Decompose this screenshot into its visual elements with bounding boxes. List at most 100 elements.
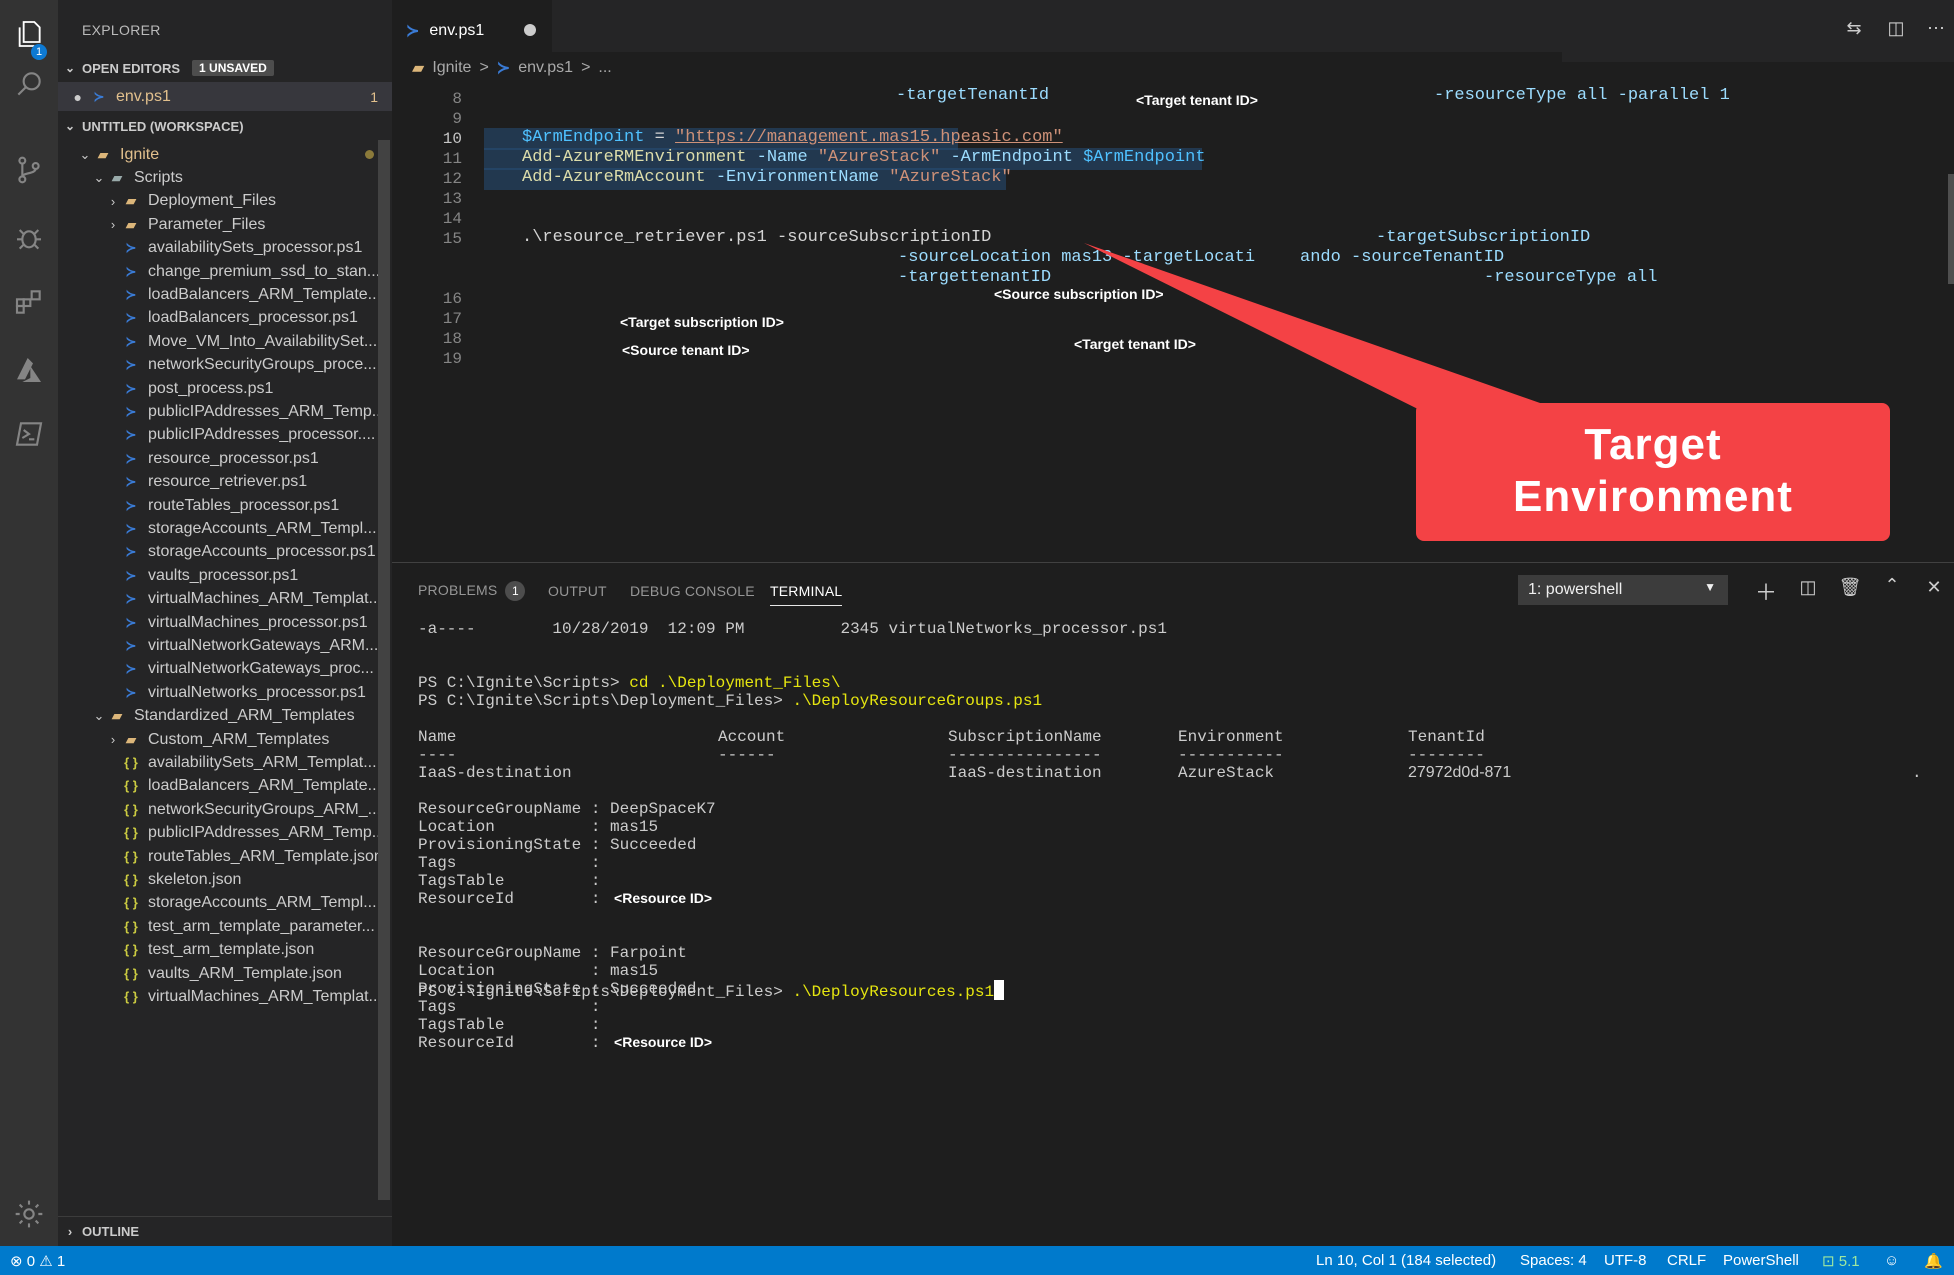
outline-section[interactable]: › OUTLINE (58, 1216, 392, 1246)
outline-label: OUTLINE (82, 1224, 140, 1239)
tab-output[interactable]: OUTPUT (548, 583, 607, 599)
tree-item-label: Move_VM_Into_AvailabilitySet... (148, 332, 378, 350)
chevron-right-icon: › (110, 193, 116, 209)
breadcrumb-item[interactable]: Ignite (432, 59, 471, 77)
language-mode[interactable]: PowerShell (1723, 1252, 1799, 1269)
terminal-line: PS C:\Ignite\Scripts> cd .\Deployment_Fi… (418, 674, 841, 692)
powershell-version[interactable]: ⊡ 5.1 (1822, 1252, 1860, 1270)
tree-item-label: availabilitySets_processor.ps1 (148, 239, 363, 257)
problems-badge: 1 (505, 581, 526, 601)
problems-status[interactable]: ⊗ 0 ⚠ 1 (10, 1252, 65, 1270)
powershell-file-icon: ≻ (125, 614, 137, 630)
warning-icon: ⚠ (39, 1253, 53, 1270)
cursor-position[interactable]: Ln 10, Col 1 (184 selected) (1316, 1252, 1496, 1269)
powershell-icon[interactable] (9, 414, 49, 454)
more-actions-icon[interactable]: ⋯ (1924, 18, 1948, 42)
annotation-source-subscription: <Source subscription ID> (994, 286, 1164, 302)
split-terminal-icon[interactable]: ◫ (1796, 577, 1820, 603)
unsaved-badge: 1 UNSAVED (192, 60, 274, 76)
breadcrumb-separator: > (581, 59, 591, 76)
split-editor-icon[interactable]: ◫ (1884, 18, 1908, 42)
breadcrumb-item[interactable]: ... (598, 59, 611, 77)
open-editor-filename: env.ps1 (116, 87, 171, 105)
line-number: 19 (442, 350, 462, 368)
powershell-file-icon: ≻ (125, 567, 137, 583)
breadcrumb-separator: > (479, 59, 489, 76)
code-fragment: -targetTenantId (896, 86, 1050, 105)
powershell-file-icon: ≻ (125, 544, 137, 560)
powershell-file-icon: ≻ (125, 591, 137, 607)
extensions-icon[interactable] (9, 282, 49, 322)
resource-group-field: ResourceId : <Resource ID> (418, 1034, 713, 1052)
tree-item-label: virtualNetworkGateways_proc... (148, 660, 374, 678)
source-control-icon[interactable] (9, 150, 49, 190)
scripts-folder-icon: ▰ (112, 169, 122, 185)
feedback-smiley-icon[interactable]: ☺ (1884, 1252, 1899, 1269)
explorer-unsaved-badge: 1 (31, 44, 47, 60)
tree-item-label: vaults_processor.ps1 (148, 566, 299, 584)
search-icon[interactable] (9, 64, 49, 104)
line-number: 11 (442, 150, 462, 168)
encoding[interactable]: UTF-8 (1604, 1252, 1647, 1269)
new-terminal-icon[interactable]: ＋ (1754, 575, 1778, 605)
folder-icon: ▰ (126, 216, 136, 232)
chevron-right-icon: › (67, 1224, 73, 1239)
notifications-bell-icon[interactable]: 🔔 (1924, 1252, 1943, 1270)
tree-item-label: publicIPAddresses_ARM_Temp... (148, 402, 386, 420)
unsaved-dot-icon[interactable] (524, 24, 536, 36)
debug-icon[interactable] (9, 218, 49, 258)
line-number: 13 (442, 190, 462, 208)
powershell-file-icon: ≻ (125, 286, 137, 302)
table-underline: ------ (718, 746, 776, 764)
tab-terminal[interactable]: TERMINAL (770, 583, 843, 606)
powershell-file-icon: ≻ (93, 88, 105, 104)
terminal-select[interactable]: 1: powershell ▼ (1518, 575, 1728, 605)
tree-item-label: Standardized_ARM_Templates (134, 707, 355, 725)
unsaved-dot-icon: ● (73, 88, 82, 105)
line-number: 12 (442, 170, 462, 188)
tree-item-label: vaults_ARM_Template.json (148, 964, 342, 982)
terminal-output[interactable]: -a---- 10/28/2019 12:09 PM 2345 virtualN… (392, 614, 1954, 1246)
workspace-label: UNTITLED (WORKSPACE) (82, 118, 244, 134)
json-file-icon: { } (124, 825, 138, 841)
problem-count: 1 (370, 88, 378, 105)
open-editors-label: OPEN EDITORS (82, 60, 181, 76)
workspace-section[interactable]: ⌄ UNTITLED (WORKSPACE) (58, 112, 392, 140)
open-editors-section[interactable]: ⌄ OPEN EDITORS 1 UNSAVED (58, 54, 392, 82)
line-number: 9 (452, 110, 462, 128)
breadcrumb-item[interactable]: env.ps1 (518, 59, 573, 77)
powershell-file-icon: ≻ (125, 684, 137, 700)
azure-icon[interactable] (9, 350, 49, 390)
tab-debug-console[interactable]: DEBUG CONSOLE (630, 583, 755, 599)
tree-item-label: virtualMachines_ARM_Templat... (148, 987, 382, 1005)
line-number: 15 (442, 230, 462, 248)
resource-group-field: Tags : (418, 854, 611, 872)
line-number: 14 (442, 210, 462, 228)
maximize-panel-icon[interactable]: ⌃ (1880, 575, 1904, 601)
powershell-file-icon: ≻ (125, 240, 137, 256)
annotation-target-tenant: <Target tenant ID> (1136, 92, 1258, 108)
table-underline: ---------------- (948, 746, 1102, 764)
close-panel-icon[interactable]: ✕ (1922, 577, 1946, 603)
resource-group-field: ResourceGroupName : DeepSpaceK7 (418, 800, 716, 818)
chevron-down-icon: ⌄ (93, 708, 105, 724)
settings-gear-icon[interactable] (9, 1194, 49, 1234)
table-cell: AzureStack (1178, 764, 1275, 782)
tree-item[interactable]: { } virtualMachines_ARM_Templat... (58, 982, 392, 1011)
powershell-file-icon: ≻ (125, 427, 137, 443)
annotation-source-tenant: <Source tenant ID> (622, 342, 750, 358)
compare-changes-icon[interactable]: ⇆ (1842, 18, 1866, 42)
end-of-line[interactable]: CRLF (1667, 1252, 1706, 1269)
powershell-file-icon: ≻ (125, 357, 137, 373)
open-editor-item[interactable]: ● ≻ env.ps1 1 (58, 82, 392, 111)
editor-scrollbar[interactable] (1948, 174, 1954, 284)
tree-item-label: virtualMachines_ARM_Templat... (148, 590, 382, 608)
terminal-line: PS C:\Ignite\Scripts\Deployment_Files> .… (418, 692, 1043, 710)
tab-problems[interactable]: PROBLEMS 1 (418, 581, 526, 601)
indentation[interactable]: Spaces: 4 (1520, 1252, 1587, 1269)
chevron-down-icon: ⌄ (64, 119, 76, 133)
trash-icon[interactable]: 🗑 (1838, 577, 1862, 603)
tree-item-label: virtualNetworks_processor.ps1 (148, 683, 366, 701)
sidebar-scrollbar[interactable] (378, 140, 390, 1200)
folder-icon: ▰ (112, 708, 122, 724)
